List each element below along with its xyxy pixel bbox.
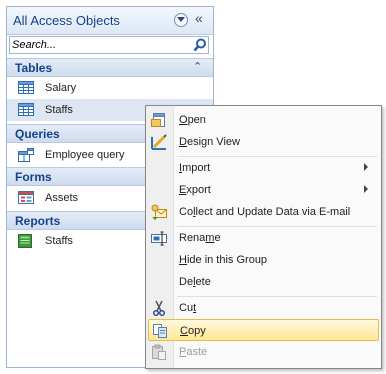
chevron-down-icon[interactable] bbox=[174, 13, 188, 27]
menu-item-delete[interactable]: Delete bbox=[148, 271, 379, 293]
query-icon bbox=[18, 148, 34, 165]
menu-item-import[interactable]: Import bbox=[148, 157, 379, 179]
menu-item-label: Rename bbox=[179, 232, 221, 244]
menu-item-label: Hide in this Group bbox=[179, 254, 268, 266]
rename-icon bbox=[151, 230, 167, 249]
menu-item-label: Delete bbox=[179, 276, 211, 288]
menu-item-label: Import bbox=[179, 162, 211, 174]
menu-item-rename[interactable]: Rename bbox=[148, 227, 379, 249]
collapse-pane-icon[interactable]: « bbox=[195, 10, 203, 26]
menu-item-collect-update-data[interactable]: Collect and Update Data via E-mail bbox=[148, 201, 379, 223]
form-icon bbox=[18, 191, 34, 207]
menu-item-label: Design View bbox=[179, 136, 240, 148]
group-label: Reports bbox=[15, 214, 61, 228]
menu-item-paste: Paste bbox=[148, 341, 379, 363]
open-icon bbox=[151, 112, 167, 131]
nav-pane-header[interactable]: All Access Objects « bbox=[7, 7, 213, 35]
submenu-arrow-icon bbox=[364, 185, 368, 193]
group-header-tables[interactable]: Tables ⌃ bbox=[7, 58, 213, 77]
menu-item-label: Export bbox=[179, 184, 211, 196]
search-icon[interactable] bbox=[193, 38, 207, 55]
table-icon bbox=[18, 103, 34, 119]
nav-item-label: Staffs bbox=[45, 235, 73, 247]
menu-item-hide-in-group[interactable]: Hide in this Group bbox=[148, 249, 379, 271]
group-label: Queries bbox=[15, 127, 60, 141]
group-label: Tables bbox=[15, 61, 53, 75]
menu-item-copy[interactable]: Copy bbox=[148, 319, 379, 341]
menu-item-label: Paste bbox=[179, 346, 208, 358]
scissors-icon bbox=[151, 300, 167, 319]
nav-item-label: Salary bbox=[45, 82, 77, 94]
menu-item-open[interactable]: Open bbox=[148, 109, 379, 131]
search-box bbox=[9, 36, 209, 54]
search-input[interactable] bbox=[12, 38, 188, 52]
nav-item-salary[interactable]: Salary bbox=[7, 77, 213, 99]
nav-pane-title: All Access Objects bbox=[13, 13, 120, 28]
nav-item-label: Employee query bbox=[45, 149, 125, 161]
paste-icon bbox=[151, 344, 167, 363]
group-label: Forms bbox=[15, 170, 52, 184]
menu-item-cut[interactable]: Cut bbox=[148, 297, 379, 319]
menu-item-label: Cut bbox=[179, 302, 197, 314]
nav-item-label: Assets bbox=[45, 192, 79, 204]
context-menu: Open Design View Import Export Collect a… bbox=[145, 105, 382, 369]
copy-icon bbox=[152, 323, 168, 342]
design-view-icon bbox=[151, 134, 167, 153]
table-icon bbox=[18, 81, 34, 97]
menu-item-label: Copy bbox=[180, 325, 206, 337]
menu-item-design-view[interactable]: Design View bbox=[148, 131, 379, 153]
menu-item-export[interactable]: Export bbox=[148, 179, 379, 201]
report-icon bbox=[18, 234, 32, 251]
nav-item-label: Staffs bbox=[45, 104, 73, 116]
collapse-group-icon[interactable]: ⌃ bbox=[193, 60, 202, 73]
menu-item-label: Collect and Update Data via E-mail bbox=[179, 206, 351, 218]
submenu-arrow-icon bbox=[364, 163, 368, 171]
collect-data-icon bbox=[151, 204, 167, 223]
menu-item-label: Open bbox=[179, 114, 206, 126]
